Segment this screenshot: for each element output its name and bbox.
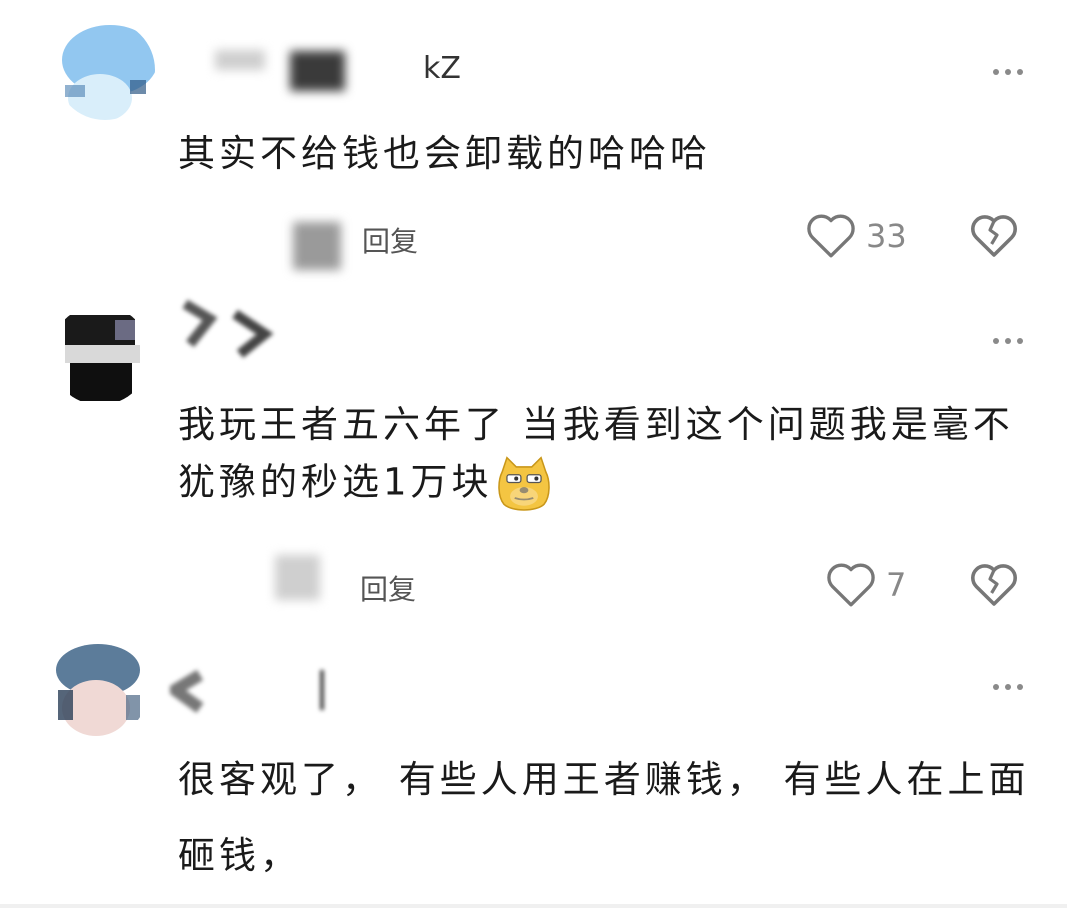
comment-2: 我玩王者五六年了 当我看到这个问题我是毫不犹豫的秒选1万块 回复 7 [0, 280, 1067, 620]
username-blur [215, 50, 265, 70]
dislike-button[interactable] [970, 562, 1018, 612]
like-button[interactable]: 33 [806, 213, 907, 259]
username-blur [182, 299, 274, 358]
reply-button[interactable]: 回复 [362, 220, 418, 260]
broken-heart-icon [971, 564, 1017, 606]
broken-heart-icon [971, 215, 1017, 257]
username-blur [164, 669, 324, 713]
comment-text-body: 我玩王者五六年了 当我看到这个问题我是毫不犹豫的秒选1万块 [178, 403, 1014, 504]
username-area[interactable] [180, 294, 300, 364]
username-area[interactable]: kZ [205, 45, 475, 95]
comment-text: 我玩王者五六年了 当我看到这个问题我是毫不犹豫的秒选1万块 [178, 397, 1048, 515]
meta-blur [275, 555, 320, 600]
dislike-button[interactable] [970, 213, 1018, 263]
doge-emoji-icon [497, 456, 550, 511]
heart-icon [827, 563, 875, 607]
comment-1: kZ 其实不给钱也会卸载的哈哈哈 回复 33 [0, 0, 1067, 280]
like-count: 33 [866, 217, 907, 255]
reply-button[interactable]: 回复 [360, 568, 416, 608]
avatar-image [48, 640, 148, 740]
comment-3: 很客观了， 有些人用王者赚钱， 有些人在上面砸钱， [0, 620, 1067, 908]
comment-text: 其实不给钱也会卸载的哈哈哈 [178, 132, 711, 175]
username: kZ [423, 51, 461, 86]
comment-text: 很客观了， 有些人用王者赚钱， 有些人在上面砸钱， [178, 758, 1030, 877]
username-area[interactable] [164, 660, 340, 720]
avatar-image [50, 305, 150, 405]
more-dots-icon[interactable] [988, 331, 1028, 351]
avatar[interactable] [48, 640, 148, 740]
avatar-image [55, 20, 155, 120]
like-count: 7 [886, 566, 907, 604]
more-dots-icon[interactable] [988, 677, 1028, 697]
like-button[interactable]: 7 [826, 562, 906, 608]
meta-blur [293, 222, 341, 270]
username-blur [290, 51, 345, 91]
heart-icon [807, 214, 855, 258]
avatar[interactable] [50, 305, 150, 405]
more-dots-icon[interactable] [988, 62, 1028, 82]
avatar[interactable] [55, 20, 155, 120]
bottom-divider [0, 904, 1067, 908]
